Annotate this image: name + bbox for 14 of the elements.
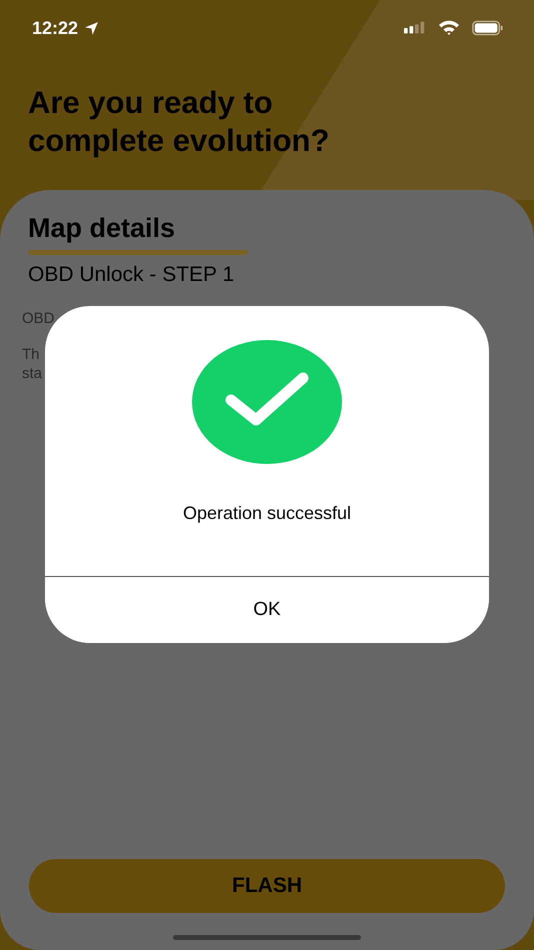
wifi-icon xyxy=(438,20,460,36)
map-name: OBD Unlock - STEP 1 xyxy=(28,263,236,287)
page-title: Are you ready to complete evolution? xyxy=(28,84,330,160)
description-text: Th xyxy=(22,345,41,364)
dialog-message: Operation successful xyxy=(182,503,352,524)
section-heading: Map details xyxy=(28,212,176,244)
detail-label: OBD xyxy=(22,310,56,327)
description-text: sta xyxy=(22,364,44,383)
status-time: 12:22 xyxy=(32,18,78,38)
ok-button[interactable]: OK xyxy=(45,576,489,643)
success-check-icon xyxy=(192,340,342,464)
location-arrow-icon xyxy=(84,20,100,36)
battery-icon xyxy=(472,20,504,36)
signal-icon xyxy=(404,21,426,35)
